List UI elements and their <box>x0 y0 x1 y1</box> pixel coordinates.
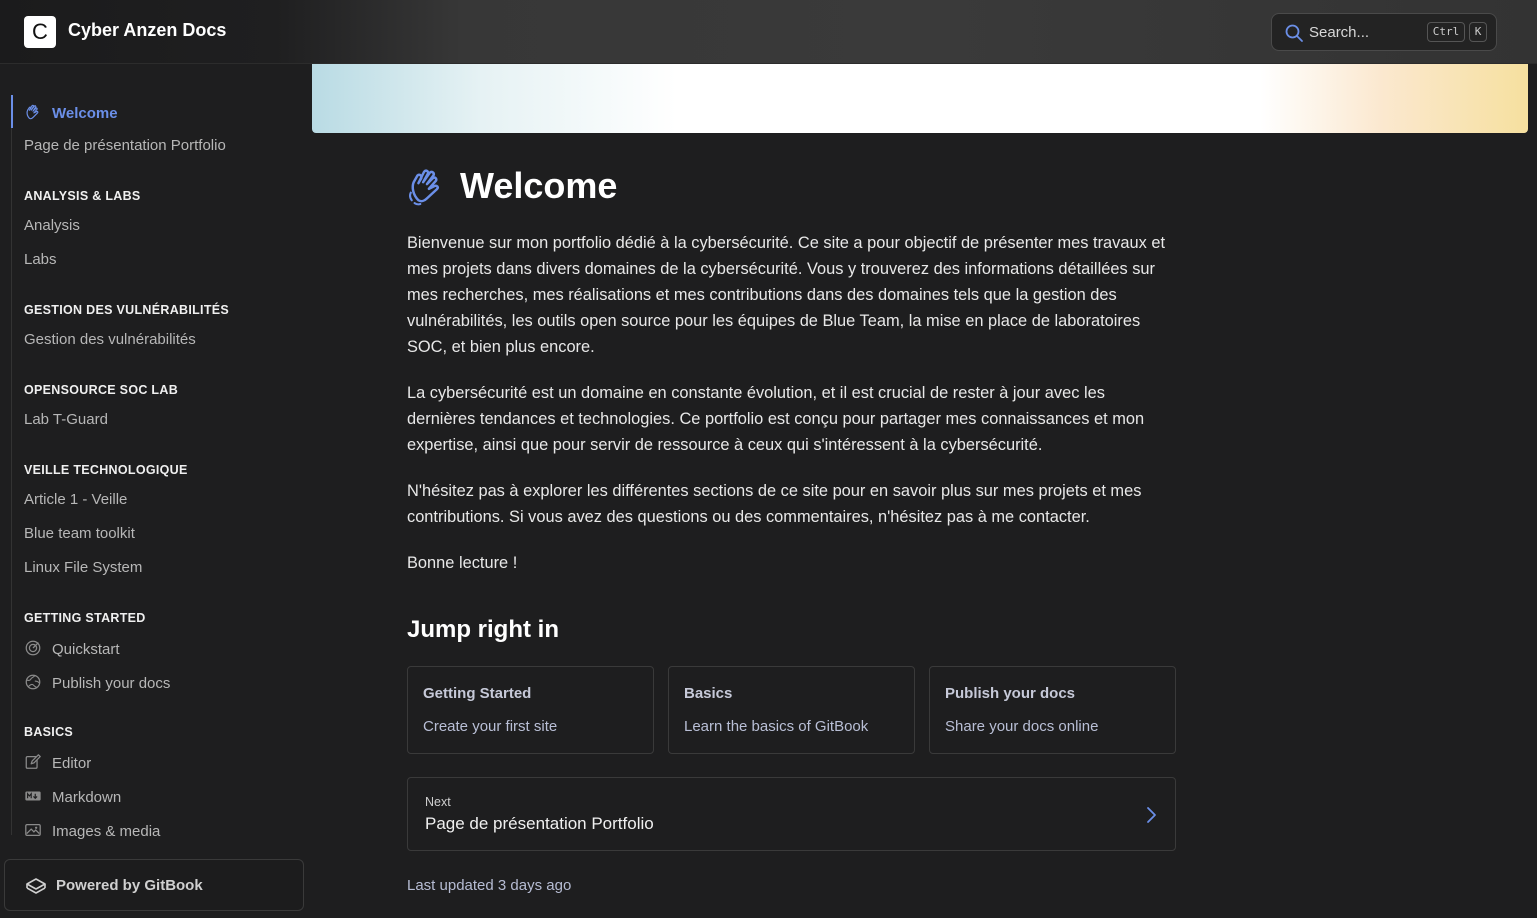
card-description: Share your docs online <box>945 718 1099 735</box>
sidebar-item-label: Editor <box>52 755 92 772</box>
section-heading-veille: VEILLE TECHNOLOGIQUE <box>24 463 188 477</box>
image-icon <box>25 823 41 837</box>
target-icon <box>25 640 41 656</box>
sidebar-item-labs[interactable]: Labs <box>24 251 57 268</box>
sidebar-item-linux-file-system[interactable]: Linux File System <box>24 559 142 576</box>
sidebar-item-analysis[interactable]: Analysis <box>24 217 80 234</box>
last-updated: Last updated 3 days ago <box>407 877 572 894</box>
sidebar-item-label: Publish your docs <box>52 675 171 692</box>
edit-icon <box>25 754 41 769</box>
intro-paragraph: Bienvenue sur mon portfolio dédié à la c… <box>407 234 1166 356</box>
sidebar-item-lab-t-guard[interactable]: Lab T-Guard <box>24 411 108 428</box>
wave-hand-icon <box>408 169 439 206</box>
powered-by-label: Powered by GitBook <box>56 877 203 894</box>
sidebar-divider <box>11 95 12 835</box>
globe-icon <box>25 674 41 690</box>
site-title[interactable]: Cyber Anzen Docs <box>68 20 226 41</box>
section-heading-vulnerabilities: GESTION DES VULNÉRABILITÉS <box>24 303 230 317</box>
next-label: Next <box>425 795 451 809</box>
sidebar-item-editor[interactable]: Editor <box>24 753 91 772</box>
next-page-link[interactable]: Next Page de présentation Portfolio <box>407 777 1176 851</box>
sidebar-item-welcome[interactable]: Welcome <box>24 103 118 122</box>
gitbook-logo-icon <box>26 878 46 894</box>
card-getting-started[interactable]: Getting Started Create your first site <box>407 666 654 754</box>
search-input[interactable]: Search... Ctrl K <box>1271 13 1497 51</box>
sidebar-item-portfolio[interactable]: Page de présentation Portfolio <box>24 137 226 154</box>
chevron-right-icon <box>1147 807 1156 823</box>
sidebar: Welcome Page de présentation Portfolio A… <box>0 65 312 918</box>
card-title: Basics <box>684 685 733 702</box>
jump-heading: Jump right in <box>407 616 559 643</box>
sidebar-item-article-veille[interactable]: Article 1 - Veille <box>24 491 127 508</box>
body-paragraph: La cybersécurité est un domaine en const… <box>407 384 1145 454</box>
section-heading-soc-lab: OPENSOURCE SOC LAB <box>24 383 179 397</box>
card-basics[interactable]: Basics Learn the basics of GitBook <box>668 666 915 754</box>
markdown-icon <box>25 791 41 801</box>
sidebar-item-label: Images & media <box>52 823 161 840</box>
closing-paragraph: Bonne lecture ! <box>407 554 518 572</box>
page-title: Welcome <box>460 165 618 206</box>
sidebar-item-publish-docs[interactable]: Publish your docs <box>24 673 170 692</box>
shortcut-k-key: K <box>1469 22 1487 42</box>
card-title: Getting Started <box>423 685 532 702</box>
wave-hand-icon <box>26 104 39 120</box>
card-description: Learn the basics of GitBook <box>684 718 869 735</box>
cover-banner <box>312 64 1528 133</box>
shortcut-ctrl-key: Ctrl <box>1427 22 1465 42</box>
card-publish-docs[interactable]: Publish your docs Share your docs online <box>929 666 1176 754</box>
body-paragraph: N'hésitez pas à explorer les différentes… <box>407 482 1142 526</box>
sidebar-item-label: Markdown <box>52 789 122 806</box>
sidebar-item-vulnerabilities[interactable]: Gestion des vulnérabilités <box>24 331 196 348</box>
search-placeholder: Search... <box>1309 24 1370 41</box>
sidebar-item-images-media[interactable]: Images & media <box>24 821 160 840</box>
card-title: Publish your docs <box>945 685 1076 702</box>
top-header: C Cyber Anzen Docs Search... Ctrl K <box>0 0 1537 64</box>
site-logo[interactable]: C <box>24 16 56 48</box>
sidebar-item-markdown[interactable]: Markdown <box>24 787 121 806</box>
section-heading-analysis: ANALYSIS & LABS <box>24 189 141 203</box>
card-description: Create your first site <box>423 718 558 735</box>
sidebar-item-label: Quickstart <box>52 641 120 658</box>
next-page-title: Page de présentation Portfolio <box>425 814 654 833</box>
search-icon <box>1285 24 1303 42</box>
sidebar-item-quickstart[interactable]: Quickstart <box>24 639 120 658</box>
active-indicator <box>11 95 13 128</box>
section-heading-getting-started: GETTING STARTED <box>24 611 146 625</box>
section-heading-basics: BASICS <box>24 725 74 739</box>
sidebar-item-label: Welcome <box>52 105 118 122</box>
powered-by-gitbook-button[interactable]: Powered by GitBook <box>4 859 304 911</box>
sidebar-item-blue-team-toolkit[interactable]: Blue team toolkit <box>24 525 135 542</box>
